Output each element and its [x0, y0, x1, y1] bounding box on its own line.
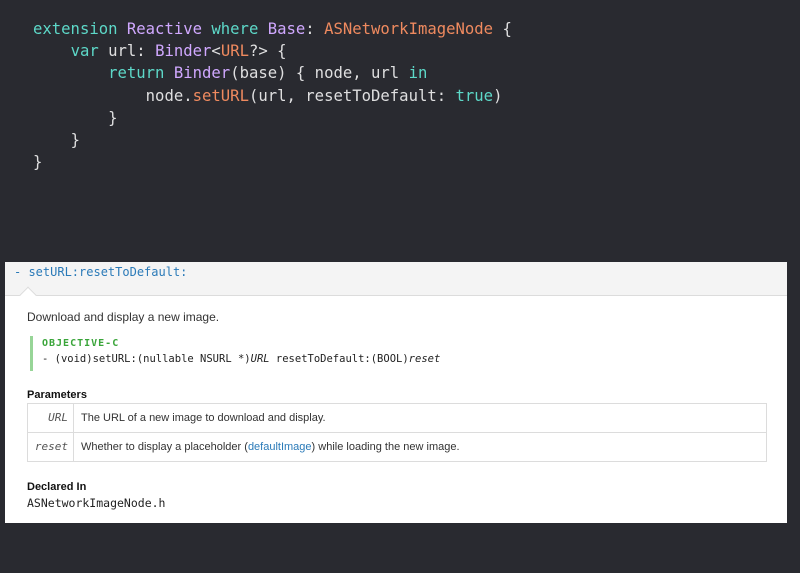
code-punctuation: {: [502, 20, 512, 38]
code-identifier: (base) { node, url: [230, 64, 400, 83]
code-keyword: where: [211, 20, 259, 38]
code-line: node.setURL(url, resetToDefault: true): [33, 85, 512, 107]
code-identifier: url:: [108, 42, 146, 61]
declared-in-file: ASNetworkImageNode.h: [27, 496, 166, 510]
quick-help-header: - setURL:resetToDefault:: [5, 262, 787, 304]
code-keyword: return: [108, 64, 165, 83]
code-punctuation: }: [70, 130, 80, 149]
code-type: Binder: [173, 64, 231, 83]
parameter-description: Whether to display a placeholder (defaul…: [81, 433, 460, 461]
parameter-description-text: Whether to display a placeholder (: [81, 441, 248, 453]
code-punctuation: ?> {: [248, 42, 287, 61]
parameter-description: The URL of a new image to download and d…: [81, 412, 326, 424]
code-function: setURL: [192, 86, 249, 105]
code-keyword: in: [408, 64, 428, 83]
parameter-row: reset Whether to display a placeholder (…: [28, 432, 766, 461]
signature-param: URL: [250, 353, 270, 365]
quick-help-popover: - setURL:resetToDefault: Download and di…: [5, 262, 787, 523]
code-identifier: node.: [145, 86, 193, 105]
popover-arrow: [19, 286, 37, 304]
code-line: }: [33, 129, 512, 151]
code-line: }: [33, 107, 512, 129]
code-keyword: extension: [33, 20, 118, 38]
code-punctuation: ): [493, 86, 503, 105]
parameters-table: URL The URL of a new image to download a…: [27, 403, 767, 462]
signature-middle: resetToDefault:(BOOL): [269, 353, 409, 365]
code-type: Base: [267, 20, 306, 38]
code-type: Binder: [155, 42, 212, 61]
code-punctuation: }: [108, 108, 118, 127]
code-type: Reactive: [126, 20, 202, 38]
code-punctuation: :: [305, 20, 315, 38]
declared-in-heading: Declared In: [27, 481, 87, 493]
method-summary: Download and display a new image.: [27, 310, 220, 324]
signature-prefix: - (void)setURL:(nullable NSURL *): [42, 353, 251, 365]
code-keyword: true: [455, 86, 494, 105]
parameters-heading: Parameters: [27, 389, 87, 401]
parameter-description-text: ) while loading the new image.: [311, 441, 460, 453]
default-image-link[interactable]: defaultImage: [248, 441, 312, 453]
code-identifier: (url, resetToDefault:: [248, 86, 456, 105]
code-type: URL: [220, 42, 249, 61]
code-line: return Binder(base) { node, url in: [33, 62, 512, 84]
declaration-signature: - (void)setURL:(nullable NSURL *)URL res…: [42, 353, 440, 365]
code-keyword: var: [70, 42, 99, 61]
code-punctuation: <: [211, 42, 221, 61]
parameter-name: reset: [28, 433, 74, 461]
code-punctuation: }: [33, 153, 43, 172]
code-line: extension Reactive where Base: ASNetwork…: [33, 18, 512, 40]
method-title-link[interactable]: - setURL:resetToDefault:: [14, 265, 187, 279]
signature-param: reset: [408, 353, 441, 365]
code-line: }: [33, 151, 512, 173]
declaration-language: OBJECTIVE-C: [42, 338, 120, 349]
declaration-block: OBJECTIVE-C - (void)setURL:(nullable NSU…: [30, 336, 440, 371]
code-type: ASNetworkImageNode: [324, 20, 494, 38]
parameter-name: URL: [28, 404, 74, 432]
parameter-row: URL The URL of a new image to download a…: [28, 404, 766, 432]
code-line: var url: Binder<URL?> {: [33, 40, 512, 62]
code-editor[interactable]: extension Reactive where Base: ASNetwork…: [33, 18, 512, 173]
